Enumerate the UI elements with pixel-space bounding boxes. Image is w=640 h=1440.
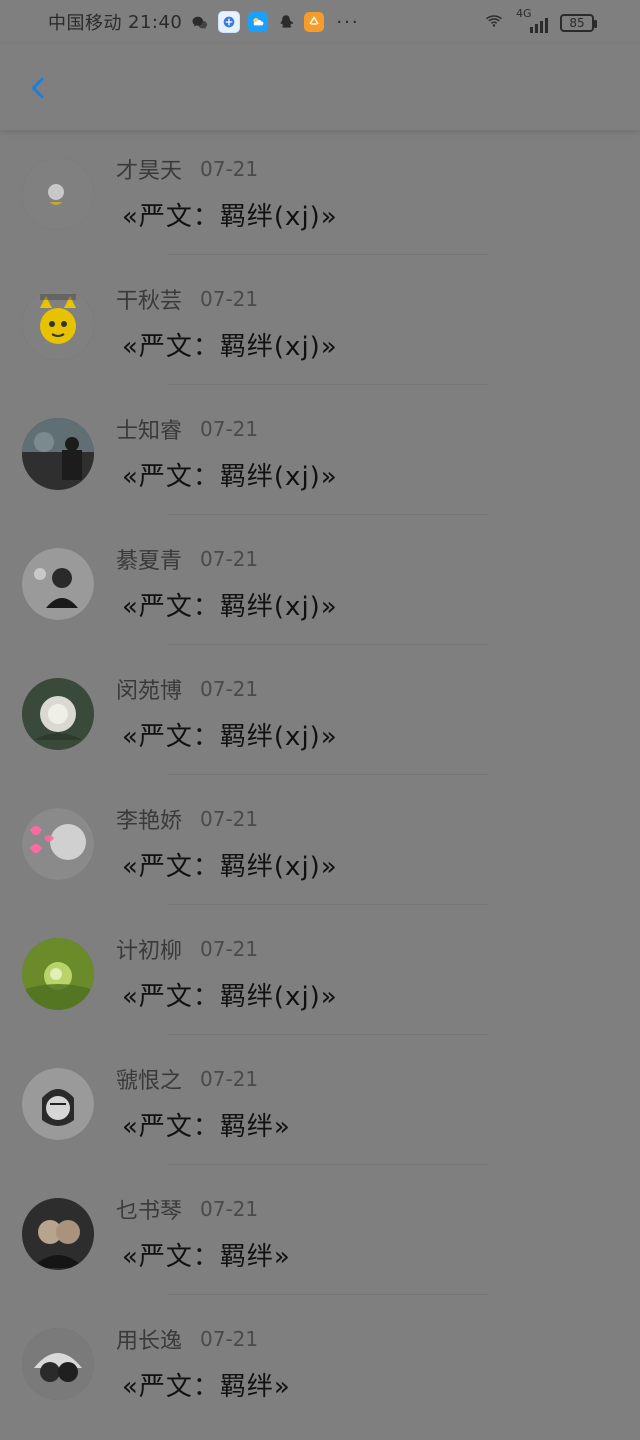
- list-item[interactable]: 用长逸 07-21 «严文：羁绊»: [0, 1310, 640, 1440]
- meta-line: 乜书琴 07-21: [116, 1194, 258, 1224]
- divider: [168, 1034, 488, 1035]
- list-item[interactable]: 计初柳 07-21 «严文：羁绊(xj)»: [0, 920, 640, 1050]
- post-date: 07-21: [200, 807, 259, 831]
- author-name[interactable]: 李艳娇: [116, 803, 182, 835]
- post-title[interactable]: «严文：羁绊(xj)»: [122, 586, 338, 623]
- meta-line: 闵苑博 07-21: [116, 674, 258, 704]
- divider: [168, 644, 488, 645]
- meta-line: 李艳娇 07-21: [116, 804, 258, 834]
- post-title[interactable]: «严文：羁绊(xj)»: [122, 326, 338, 363]
- back-button[interactable]: [18, 70, 58, 110]
- time-text: 21:40: [128, 11, 183, 33]
- battery-level-text: 85: [569, 16, 585, 30]
- meta-line: 才昊天 07-21: [116, 154, 258, 184]
- author-name[interactable]: 虢恨之: [116, 1063, 182, 1095]
- meta-line: 干秋芸 07-21: [116, 284, 258, 314]
- avatar[interactable]: [22, 938, 94, 1010]
- list-item[interactable]: 李艳娇 07-21 «严文：羁绊(xj)»: [0, 790, 640, 920]
- post-date: 07-21: [200, 157, 259, 181]
- author-name[interactable]: 计初柳: [116, 933, 182, 965]
- list-item[interactable]: 士知睿 07-21 «严文：羁绊(xj)»: [0, 400, 640, 530]
- post-title[interactable]: «严文：羁绊»: [122, 1366, 291, 1403]
- list-item[interactable]: 虢恨之 07-21 «严文：羁绊»: [0, 1050, 640, 1180]
- top-navigation: [0, 44, 640, 130]
- author-name[interactable]: 干秋芸: [116, 283, 182, 315]
- list-item[interactable]: 綦夏青 07-21 «严文：羁绊(xj)»: [0, 530, 640, 660]
- post-title[interactable]: «严文：羁绊(xj)»: [122, 846, 338, 883]
- signal-icon: 4G: [516, 7, 550, 33]
- post-date: 07-21: [200, 1067, 259, 1091]
- list-item[interactable]: 干秋芸 07-21 «严文：羁绊(xj)»: [0, 270, 640, 400]
- author-name[interactable]: 士知睿: [116, 413, 182, 445]
- post-date: 07-21: [200, 1327, 259, 1351]
- avatar[interactable]: [22, 678, 94, 750]
- post-date: 07-21: [200, 1197, 259, 1221]
- list-item[interactable]: 才昊天 07-21 «严文：羁绊(xj)»: [0, 140, 640, 270]
- post-title[interactable]: «严文：羁绊(xj)»: [122, 976, 338, 1013]
- divider: [168, 514, 488, 515]
- divider: [168, 904, 488, 905]
- meta-line: 綦夏青 07-21: [116, 544, 258, 574]
- post-title[interactable]: «严文：羁绊(xj)»: [122, 196, 338, 233]
- list-item[interactable]: 闵苑博 07-21 «严文：羁绊(xj)»: [0, 660, 640, 790]
- post-date: 07-21: [200, 547, 259, 571]
- post-title[interactable]: «严文：羁绊»: [122, 1106, 291, 1143]
- avatar[interactable]: [22, 418, 94, 490]
- more-indicator: ···: [336, 11, 360, 33]
- qq-icon: [276, 12, 296, 32]
- author-name[interactable]: 用长逸: [116, 1323, 182, 1355]
- carrier-text: 中国移动: [48, 13, 122, 34]
- divider: [168, 384, 488, 385]
- divider: [168, 254, 488, 255]
- avatar[interactable]: [22, 1068, 94, 1140]
- post-title[interactable]: «严文：羁绊»: [122, 1236, 291, 1273]
- avatar[interactable]: [22, 158, 94, 230]
- author-name[interactable]: 才昊天: [116, 153, 182, 185]
- app-icon-browser: [218, 11, 241, 33]
- list-item[interactable]: 乜书琴 07-21 «严文：羁绊»: [0, 1180, 640, 1310]
- avatar[interactable]: [22, 1198, 94, 1270]
- weather-icon: [248, 12, 269, 32]
- author-name[interactable]: 乜书琴: [116, 1193, 182, 1225]
- author-name[interactable]: 闵苑博: [116, 673, 182, 705]
- author-name[interactable]: 綦夏青: [116, 543, 182, 575]
- status-left: 中国移动 21:40 ···: [48, 10, 360, 34]
- post-date: 07-21: [200, 677, 259, 701]
- chevron-left-icon: [24, 74, 52, 106]
- post-title[interactable]: «严文：羁绊(xj)»: [122, 716, 338, 753]
- meta-line: 计初柳 07-21: [116, 934, 258, 964]
- divider: [168, 774, 488, 775]
- post-title[interactable]: «严文：羁绊(xj)»: [122, 456, 338, 493]
- avatar[interactable]: [22, 808, 94, 880]
- wifi-icon: [482, 12, 506, 34]
- app-icon-orange: [304, 12, 325, 32]
- wechat-icon: [190, 13, 210, 31]
- meta-line: 用长逸 07-21: [116, 1324, 258, 1354]
- avatar[interactable]: [22, 1328, 94, 1400]
- avatar[interactable]: [22, 548, 94, 620]
- divider: [168, 1294, 488, 1295]
- meta-line: 士知睿 07-21: [116, 414, 258, 444]
- post-date: 07-21: [200, 937, 259, 961]
- meta-line: 虢恨之 07-21: [116, 1064, 258, 1094]
- post-date: 07-21: [200, 287, 259, 311]
- divider: [168, 1164, 488, 1165]
- battery-icon: 85: [560, 14, 597, 32]
- post-date: 07-21: [200, 417, 259, 441]
- status-bar: 中国移动 21:40 ··· 4G 85: [0, 0, 640, 44]
- feed-list: 才昊天 07-21 «严文：羁绊(xj)» 干秋芸 07-21 «严文：羁绊(x…: [0, 140, 640, 1440]
- avatar[interactable]: [22, 288, 94, 360]
- status-right: 4G 85: [482, 7, 597, 34]
